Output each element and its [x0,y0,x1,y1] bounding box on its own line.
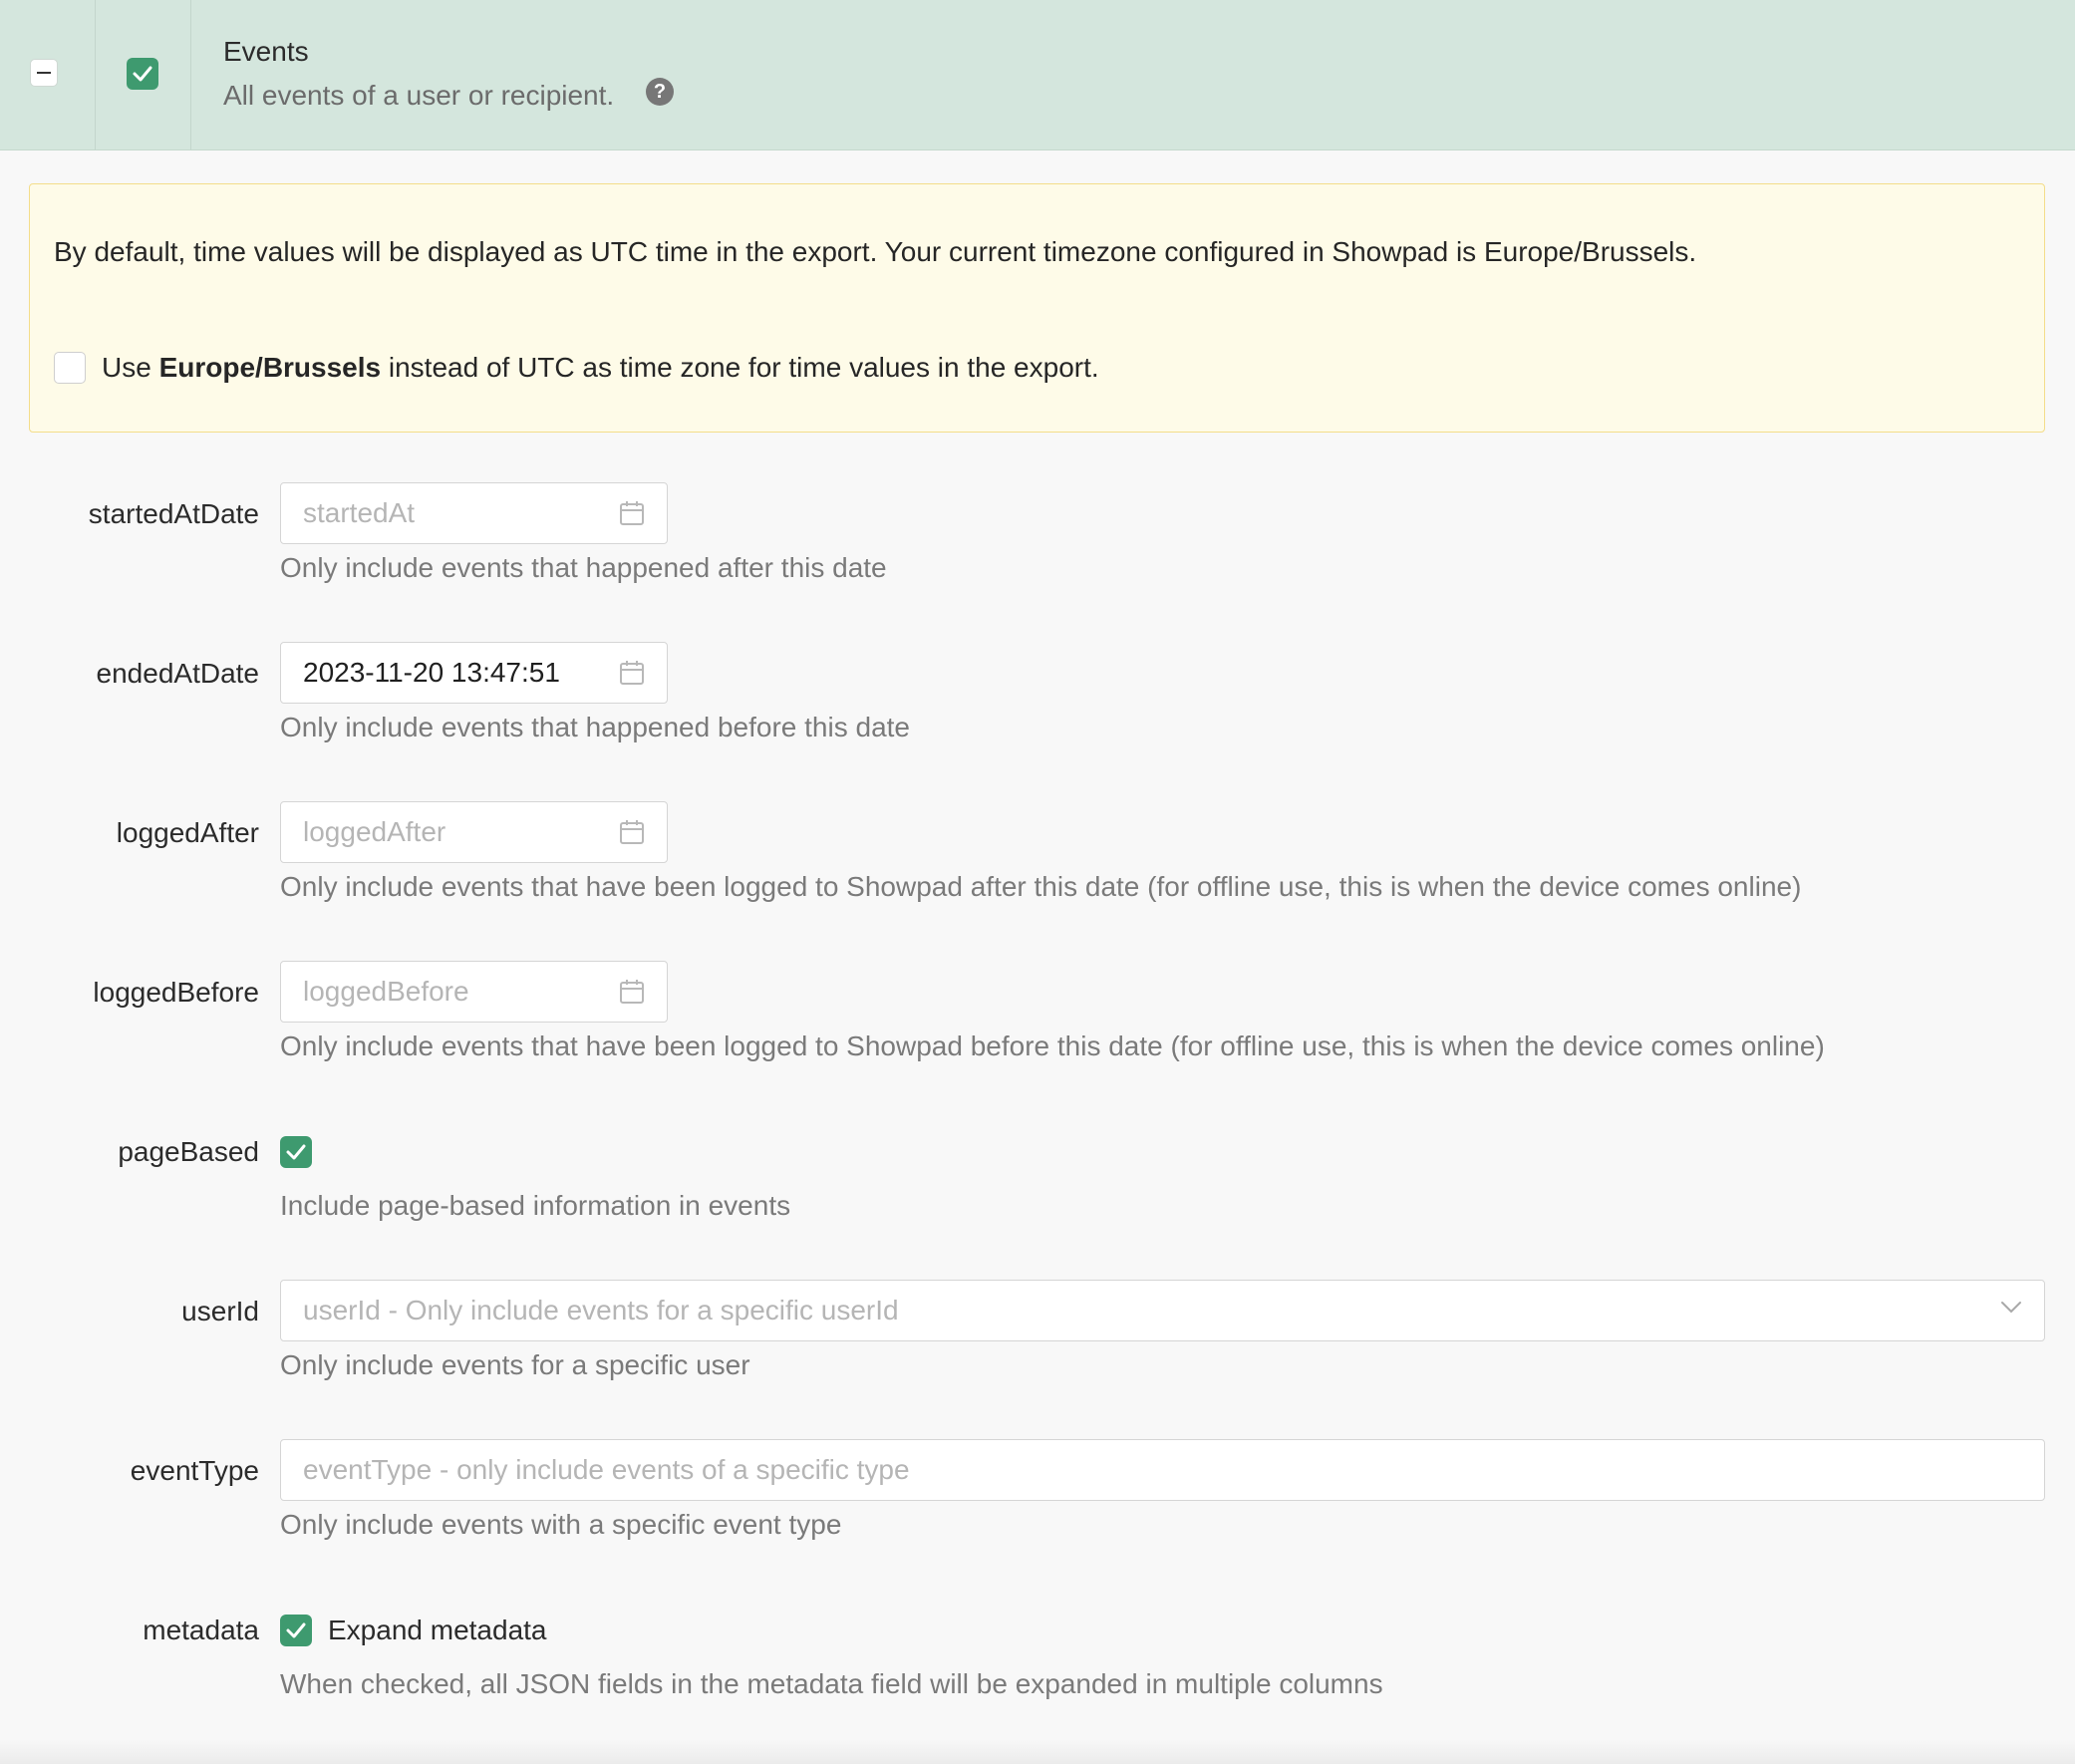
endedAtDate-label: endedAtDate [96,658,259,689]
help-icon[interactable]: ? [646,78,674,106]
calendar-icon [620,820,644,844]
loggedBefore-input[interactable]: loggedBefore [280,961,668,1023]
endedAtDate-help: Only include events that happened before… [280,712,910,742]
use-local-timezone-label[interactable]: Use Europe/Brussels instead of UTC as ti… [102,352,1099,384]
calendar-icon [620,501,644,525]
userId-placeholder: userId - Only include events for a speci… [303,1295,899,1325]
startedAtDate-label: startedAtDate [88,498,259,529]
calendar-icon [620,661,644,685]
eventType-help: Only include events with a specific even… [280,1509,842,1540]
checkmark-icon [286,1622,306,1638]
loggedAfter-placeholder: loggedAfter [303,816,446,847]
endedAtDate-input[interactable]: 2023-11-20 13:47:51 [280,642,668,704]
section-header: Events All events of a user or recipient… [0,0,2075,150]
loggedAfter-label: loggedAfter [116,817,259,848]
eventType-input[interactable]: eventType - only include events of a spe… [280,1439,2045,1501]
tz-label-suffix: instead of UTC as time zone for time val… [381,352,1099,383]
pageBased-label: pageBased [118,1136,259,1167]
tz-label-zone: Europe/Brussels [158,352,382,383]
loggedBefore-placeholder: loggedBefore [303,976,469,1007]
loggedBefore-help: Only include events that have been logge… [280,1030,1825,1061]
eventType-placeholder: eventType - only include events of a spe… [303,1454,910,1485]
metadata-label: metadata [143,1615,259,1645]
timezone-notice-text: By default, time values will be displaye… [54,236,1697,267]
checkmark-icon [286,1144,306,1160]
endedAtDate-value: 2023-11-20 13:47:51 [303,657,560,688]
chevron-down-icon [2001,1302,2021,1314]
loggedAfter-input[interactable]: loggedAfter [280,801,668,863]
collapse-cell [0,0,96,149]
collapse-toggle[interactable] [30,59,58,87]
expand-metadata-label[interactable]: Expand metadata [328,1615,547,1646]
eventType-label: eventType [130,1455,259,1486]
userId-select[interactable]: userId - Only include events for a speci… [280,1280,2045,1341]
tz-label-prefix: Use [102,352,159,383]
events-checkbox[interactable] [127,58,158,90]
loggedBefore-label: loggedBefore [93,977,259,1008]
select-cell [96,0,191,149]
userId-help: Only include events for a specific user [280,1349,750,1380]
startedAtDate-input[interactable]: startedAt [280,482,668,544]
loggedAfter-help: Only include events that have been logge… [280,871,1802,902]
calendar-icon [620,980,644,1004]
section-subtitle: All events of a user or recipient. [223,80,615,111]
startedAtDate-help: Only include events that happened after … [280,552,887,583]
pageBased-help: Include page-based information in events [280,1190,791,1221]
expand-metadata-checkbox[interactable] [280,1615,312,1646]
timezone-notice: By default, time values will be displaye… [29,183,2045,433]
startedAtDate-placeholder: startedAt [303,497,416,528]
checkmark-icon [133,66,152,82]
metadata-help: When checked, all JSON fields in the met… [280,1668,1383,1699]
pageBased-checkbox[interactable] [280,1136,312,1168]
use-local-timezone-checkbox[interactable] [54,352,86,384]
userId-label: userId [181,1296,259,1326]
bottom-fade [0,1739,2075,1764]
section-title: Events [223,36,309,67]
